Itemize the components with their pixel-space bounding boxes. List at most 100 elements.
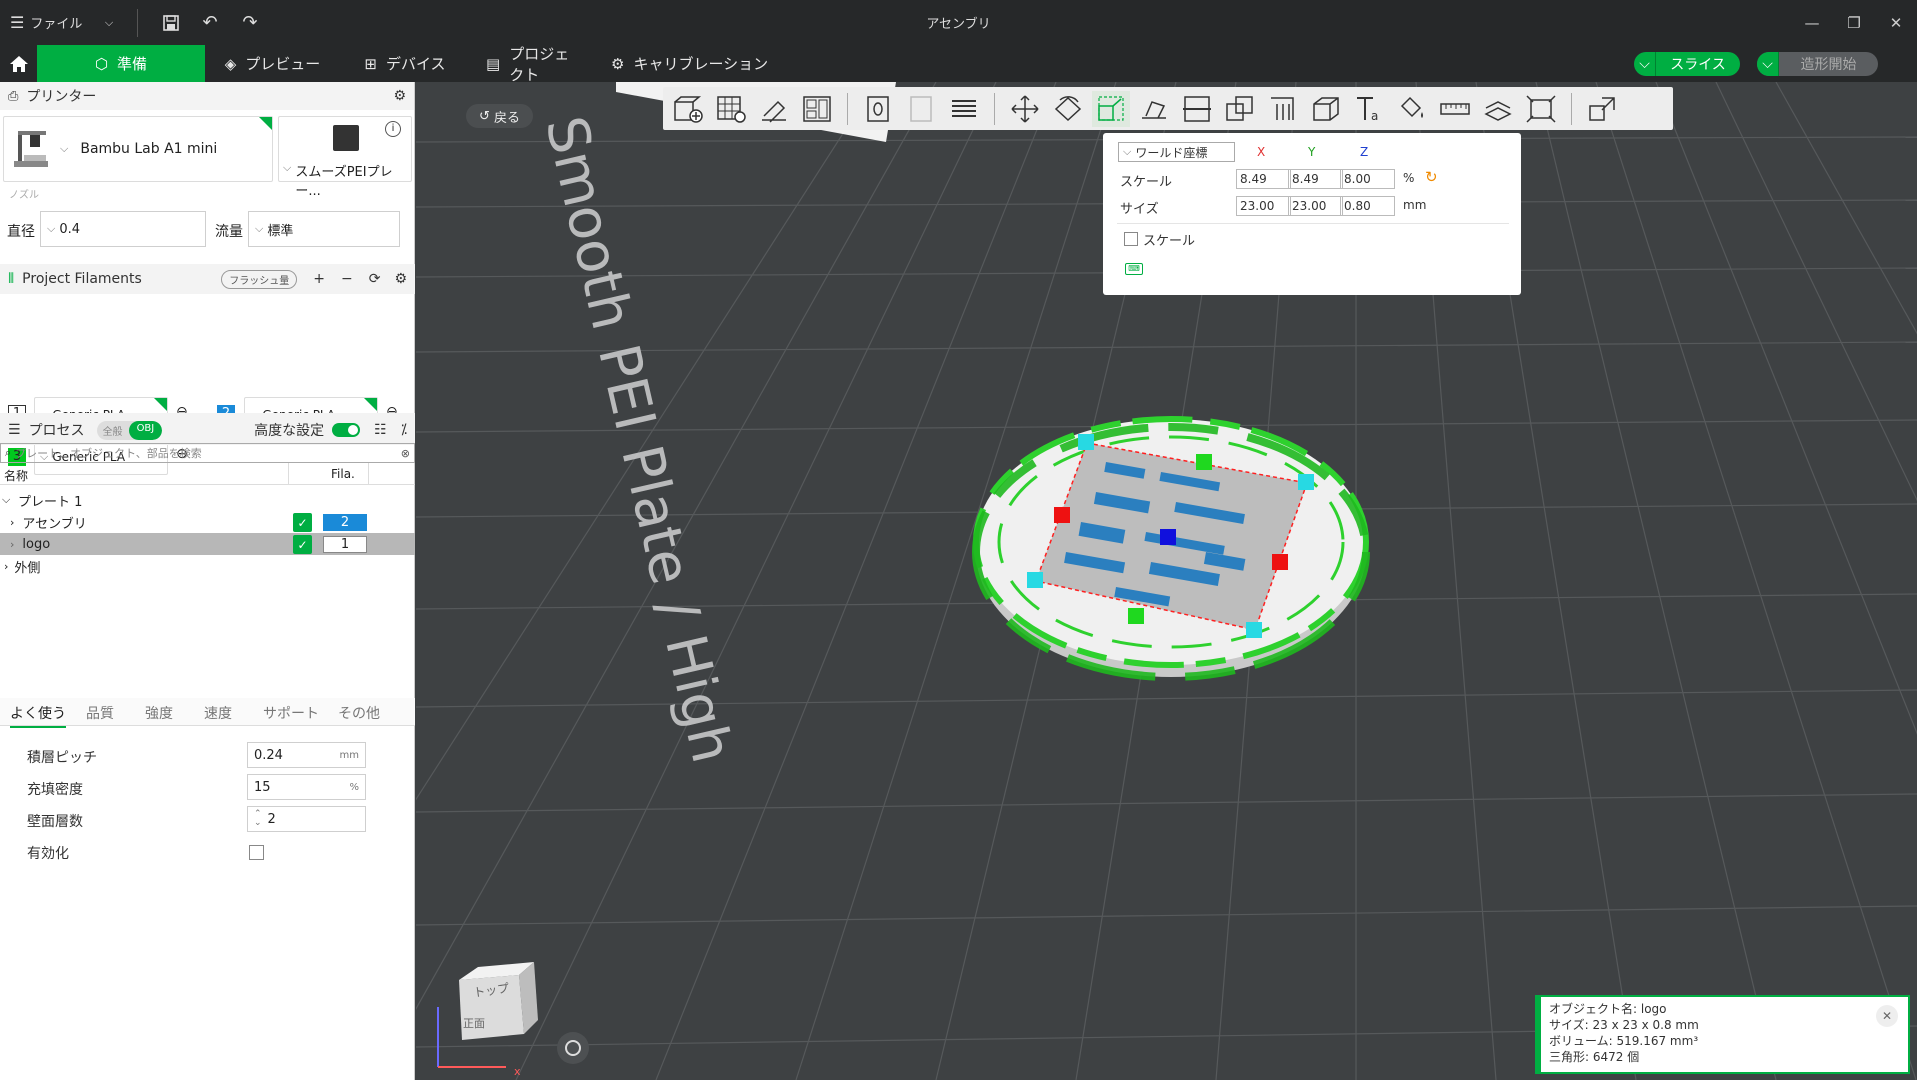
text-icon[interactable]: a bbox=[1350, 91, 1388, 127]
walls-stepper[interactable]: ⌃ ⌄ 2 bbox=[247, 806, 366, 832]
compare-icon[interactable]: ⁒ bbox=[401, 422, 407, 438]
tree-row-logo[interactable]: › logo ✓ 1 bbox=[0, 533, 415, 555]
move-icon[interactable] bbox=[1006, 91, 1044, 127]
tab-support[interactable]: サポート bbox=[263, 703, 319, 723]
chevron-right-icon[interactable]: › bbox=[10, 538, 14, 551]
close-icon[interactable]: ✕ bbox=[1875, 0, 1917, 45]
tab-other[interactable]: その他 bbox=[338, 703, 380, 723]
layer-height-input[interactable]: 0.24 mm bbox=[247, 742, 366, 768]
advanced-toggle[interactable] bbox=[332, 423, 361, 437]
chevron-right-icon[interactable]: › bbox=[10, 516, 14, 529]
rotate-icon[interactable] bbox=[1049, 91, 1087, 127]
add-plate-icon[interactable] bbox=[712, 91, 750, 127]
chevron-right-icon[interactable]: › bbox=[4, 560, 8, 573]
tab-preview[interactable]: ◈ プレビュー bbox=[205, 45, 340, 82]
tab-common[interactable]: よく使う bbox=[10, 703, 66, 728]
enable-checkbox[interactable] bbox=[249, 845, 264, 860]
object-search[interactable]: ⌕ プレート、オブジェクト、部品を検索 ⊗ bbox=[0, 443, 415, 463]
scale-z-input[interactable]: 8.00 bbox=[1340, 169, 1395, 189]
stepper-icon[interactable]: ⌃ ⌄ bbox=[254, 810, 262, 828]
measure-icon[interactable] bbox=[1436, 91, 1474, 127]
fila-badge[interactable]: 2 bbox=[323, 514, 367, 531]
chevron-down-icon[interactable]: ⌵ bbox=[2, 493, 14, 507]
visible-checkbox[interactable]: ✓ bbox=[293, 535, 312, 554]
arrange-icon[interactable] bbox=[798, 91, 836, 127]
diameter-select[interactable]: ⌵ 0.4 bbox=[40, 211, 206, 247]
tab-device[interactable]: ⊞ デバイス bbox=[340, 45, 470, 82]
tab-strength[interactable]: 強度 bbox=[145, 703, 173, 723]
fit-bounds-icon[interactable] bbox=[1522, 91, 1560, 127]
fila-badge[interactable]: 1 bbox=[323, 536, 367, 553]
global-obj-toggle[interactable]: 全般 OBJ bbox=[96, 420, 163, 440]
layer-height-label: 積層ピッチ bbox=[27, 750, 97, 766]
assembly-icon[interactable] bbox=[1479, 91, 1517, 127]
chevron-down-icon[interactable]: ⌵ bbox=[95, 0, 123, 45]
auto-orient-icon[interactable] bbox=[755, 91, 793, 127]
view-cube[interactable]: トップ 正面 x bbox=[437, 962, 538, 1078]
add-object-icon[interactable] bbox=[669, 91, 707, 127]
remove-icon[interactable]: − bbox=[341, 271, 353, 287]
flow-select[interactable]: ⌵ 標準 bbox=[248, 211, 400, 247]
home-icon[interactable] bbox=[0, 45, 37, 82]
tab-prepare[interactable]: ⬡ 準備 bbox=[37, 45, 205, 82]
list-icon[interactable]: ☷ bbox=[374, 422, 387, 438]
clear-icon[interactable]: ⊗ bbox=[401, 447, 410, 460]
slice-button[interactable]: ⌵ スライス bbox=[1634, 52, 1740, 76]
print-button[interactable]: ⌵ 造形開始 bbox=[1757, 52, 1878, 76]
tree-row-outer[interactable]: › 外側 bbox=[0, 555, 415, 577]
panel-divider bbox=[1117, 223, 1509, 224]
plate-number-icon[interactable] bbox=[859, 91, 897, 127]
gear-icon[interactable]: ⚙ bbox=[393, 88, 406, 104]
search-icon: ⌕ bbox=[5, 446, 12, 459]
flush-button[interactable]: フラッシュ量 bbox=[221, 269, 298, 289]
chevron-down-icon[interactable]: ⌵ bbox=[1757, 52, 1779, 76]
uniform-scale-checkbox[interactable] bbox=[1124, 232, 1138, 246]
save-icon[interactable] bbox=[152, 0, 190, 45]
back-button[interactable]: ↺ 戻る bbox=[466, 104, 533, 128]
layers-list-icon[interactable] bbox=[945, 91, 983, 127]
scale-y-input[interactable]: 8.49 bbox=[1288, 169, 1343, 189]
tree-row-assembly[interactable]: › アセンブリ ✓ 2 bbox=[0, 511, 415, 533]
zoom-fit-icon[interactable] bbox=[557, 1032, 589, 1064]
toggle-obj[interactable]: OBJ bbox=[128, 420, 163, 440]
undo-icon[interactable]: ↶ bbox=[190, 0, 230, 45]
scale-x-input[interactable]: 8.49 bbox=[1236, 169, 1291, 189]
size-x-input[interactable]: 23.00 bbox=[1236, 196, 1291, 216]
keyboard-icon[interactable]: ⌨ bbox=[1125, 263, 1143, 275]
tab-speed[interactable]: 速度 bbox=[204, 703, 232, 723]
add-icon[interactable]: + bbox=[313, 271, 325, 287]
tree-row-plate[interactable]: ⌵ プレート 1 bbox=[0, 489, 415, 511]
plate-selector[interactable]: i ⌵ スムーズPEIプレー... bbox=[278, 116, 412, 199]
close-icon[interactable]: ✕ bbox=[1876, 1005, 1898, 1027]
toggle-global[interactable]: 全般 bbox=[97, 421, 129, 440]
size-y-input[interactable]: 23.00 bbox=[1288, 196, 1343, 216]
coord-select[interactable]: ⌵ ワールド座標 bbox=[1118, 142, 1235, 162]
cut-icon[interactable] bbox=[1178, 91, 1216, 127]
tab-project[interactable]: ▤ プロジェクト bbox=[470, 45, 595, 84]
sync-icon[interactable]: ⟳ bbox=[369, 271, 381, 287]
color-paint-icon[interactable] bbox=[1393, 91, 1431, 127]
seam-paint-icon[interactable] bbox=[1307, 91, 1345, 127]
info-volume: ボリューム: 519.167 mm³ bbox=[1549, 1034, 1699, 1048]
minimize-icon[interactable]: — bbox=[1791, 0, 1833, 45]
chevron-down-icon[interactable]: ⌵ bbox=[1634, 52, 1656, 76]
size-z-input[interactable]: 0.80 bbox=[1340, 196, 1395, 216]
reset-icon[interactable]: ↻ bbox=[1425, 168, 1438, 186]
scale-icon[interactable] bbox=[1092, 90, 1130, 127]
plate-settings-icon[interactable] bbox=[902, 91, 940, 127]
printer-selector[interactable]: ⌵ Bambu Lab A1 mini bbox=[3, 116, 273, 182]
tab-quality[interactable]: 品質 bbox=[86, 703, 114, 723]
model-disc[interactable] bbox=[972, 416, 1370, 681]
restore-icon[interactable]: ❐ bbox=[1833, 0, 1875, 45]
support-paint-icon[interactable] bbox=[1264, 91, 1302, 127]
file-menu[interactable]: ☰ ファイル bbox=[0, 0, 95, 45]
tab-calibration[interactable]: ⚙ キャリブレーション bbox=[595, 45, 784, 82]
explode-icon[interactable] bbox=[1583, 91, 1621, 127]
redo-icon[interactable]: ↷ bbox=[230, 0, 270, 45]
lay-on-face-icon[interactable] bbox=[1135, 91, 1173, 127]
gear-icon[interactable]: ⚙ bbox=[394, 271, 407, 287]
info-icon[interactable]: i bbox=[385, 121, 401, 137]
visible-checkbox[interactable]: ✓ bbox=[293, 513, 312, 532]
boolean-icon[interactable] bbox=[1221, 91, 1259, 127]
infill-input[interactable]: 15 % bbox=[247, 774, 366, 800]
